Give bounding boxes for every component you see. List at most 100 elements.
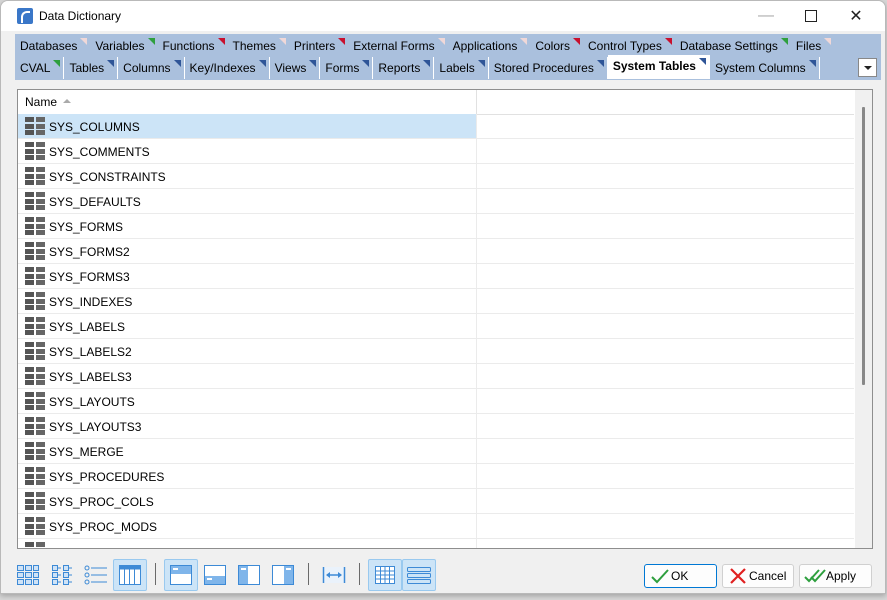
name-cell[interactable]: SYS_DEFAULTS [18,189,477,213]
name-cell[interactable]: SYS_LAYOUTS [18,389,477,413]
name-cell[interactable]: SYS_LABELS2 [18,339,477,363]
name-cell[interactable]: SYS_COLUMNS [18,114,477,138]
close-button[interactable]: ✕ [833,1,879,31]
small-icons-view-button[interactable] [45,559,79,591]
tab-label: Database Settings [679,39,778,53]
table-icon [25,192,45,210]
maximize-button[interactable] [788,1,834,31]
tab-status-marker-icon [258,60,266,67]
tab-system-tables[interactable]: System Tables [607,55,710,79]
table-name: SYS_LABELS3 [49,370,132,384]
name-cell[interactable] [18,539,477,548]
table-icon [25,542,45,548]
panel-left-button[interactable] [232,559,266,591]
apply-button[interactable]: Apply [799,564,872,588]
tab-database-settings[interactable]: Database Settings [675,35,791,57]
tab-cval[interactable]: CVAL [15,57,65,79]
name-cell[interactable]: SYS_PROCEDURES [18,464,477,488]
table-icon [25,117,45,135]
tab-variables[interactable]: Variables [90,35,157,57]
fit-columns-button[interactable] [317,559,351,591]
name-cell[interactable]: SYS_FORMS [18,214,477,238]
name-cell[interactable]: SYS_CONSTRAINTS [18,164,477,188]
column-header-name[interactable]: Name [18,90,477,114]
minimize-button[interactable]: — [743,1,789,31]
apply-label: Apply [826,569,857,583]
name-cell[interactable]: SYS_FORMS3 [18,264,477,288]
tab-databases[interactable]: Databases [15,35,90,57]
tab-system-columns[interactable]: System Columns [710,57,820,79]
table-row[interactable]: SYS_LAYOUTS3 [18,414,854,439]
tab-stored-procedures[interactable]: Stored Procedures [489,57,608,79]
tab-applications[interactable]: Applications [448,35,531,57]
tab-labels[interactable]: Labels [434,57,489,79]
table-row[interactable]: SYS_PROCEDURES [18,464,854,489]
details-view-button[interactable] [113,559,147,591]
tab-status-marker-icon [278,38,286,45]
title-bar: Data Dictionary — ✕ [1,1,885,31]
table-row[interactable]: SYS_CONSTRAINTS [18,164,854,189]
name-cell[interactable]: SYS_FORMS2 [18,239,477,263]
name-cell[interactable]: SYS_MERGE [18,439,477,463]
table-row[interactable] [18,539,854,548]
vertical-scrollbar[interactable] [855,90,872,548]
grid-lines-button[interactable] [368,559,402,591]
tab-control-types[interactable]: Control Types [583,35,675,57]
name-cell[interactable]: SYS_PROC_MODS [18,514,477,538]
tab-columns[interactable]: Columns [118,57,185,79]
tab-label: Functions [162,39,215,53]
name-cell[interactable]: SYS_LABELS [18,314,477,338]
tab-views[interactable]: Views [270,57,321,79]
table-row[interactable]: SYS_COLUMNS [18,114,854,139]
table-icon [25,492,45,510]
tab-key-indexes[interactable]: Key/Indexes [185,57,270,79]
cancel-button[interactable]: Cancel [722,564,794,588]
tab-forms[interactable]: Forms [320,57,374,79]
tab-status-marker-icon [338,38,346,45]
tab-reports[interactable]: Reports [373,57,435,79]
table-row[interactable]: SYS_LABELS2 [18,339,854,364]
tab-external-forms[interactable]: External Forms [348,35,447,57]
table-row[interactable]: SYS_COMMENTS [18,139,854,164]
table-row[interactable]: SYS_LABELS3 [18,364,854,389]
large-icons-view-button[interactable] [11,559,45,591]
table-row[interactable]: SYS_LAYOUTS [18,389,854,414]
table-row[interactable]: SYS_INDEXES [18,289,854,314]
table-icon [25,217,45,235]
table-row[interactable]: SYS_FORMS2 [18,239,854,264]
tab-status-marker-icon [520,38,528,45]
name-cell[interactable]: SYS_LAYOUTS3 [18,414,477,438]
table-row[interactable]: SYS_PROC_MODS [18,514,854,539]
table-row[interactable]: SYS_MERGE [18,439,854,464]
tab-overflow-dropdown[interactable] [858,58,877,77]
table-row[interactable]: SYS_FORMS3 [18,264,854,289]
table-icon [25,417,45,435]
table-name: SYS_LAYOUTS [49,395,135,409]
panel-bottom-button[interactable] [198,559,232,591]
table-row[interactable]: SYS_DEFAULTS [18,189,854,214]
tab-files[interactable]: Files [791,35,834,57]
table-row[interactable]: SYS_LABELS [18,314,854,339]
row-lines-button[interactable] [402,559,436,591]
panel-right-button[interactable] [266,559,300,591]
list-view-button[interactable] [79,559,113,591]
tab-colors[interactable]: Colors [530,35,583,57]
panel-top-button[interactable] [164,559,198,591]
name-cell[interactable]: SYS_LABELS3 [18,364,477,388]
tab-label: System Columns [714,61,806,75]
tab-printers[interactable]: Printers [289,35,348,57]
name-cell[interactable]: SYS_INDEXES [18,289,477,313]
table-row[interactable]: SYS_PROC_COLS [18,489,854,514]
table-icon [25,392,45,410]
tab-themes[interactable]: Themes [228,35,289,57]
table-icon [25,142,45,160]
scrollbar-thumb[interactable] [862,107,865,385]
name-cell[interactable]: SYS_COMMENTS [18,139,477,163]
table-row[interactable]: SYS_FORMS [18,214,854,239]
name-cell[interactable]: SYS_PROC_COLS [18,489,477,513]
ok-button[interactable]: OK [644,564,717,588]
tab-status-marker-icon [664,38,672,45]
tab-label: Databases [20,39,78,53]
tab-tables[interactable]: Tables [64,57,119,79]
tab-functions[interactable]: Functions [158,35,228,57]
